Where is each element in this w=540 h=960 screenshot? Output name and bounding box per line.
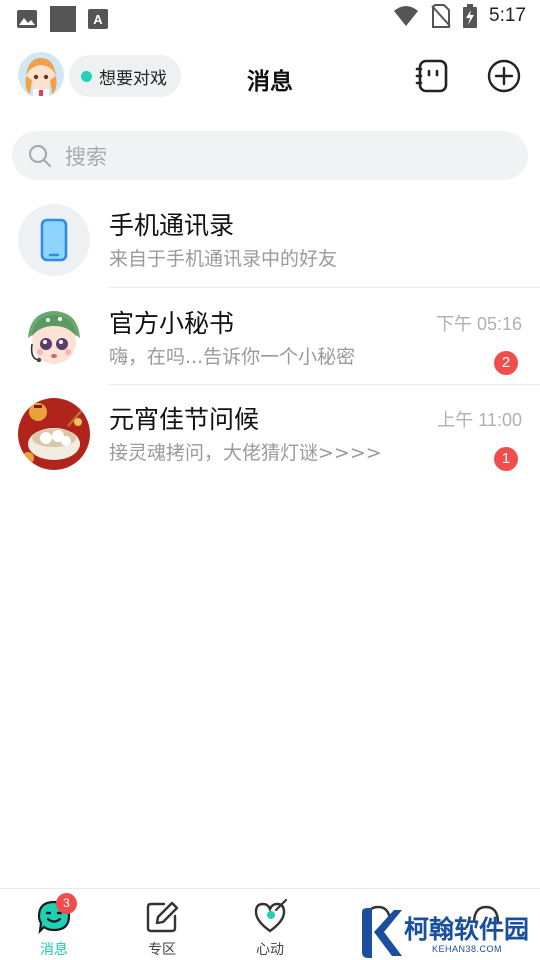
status-bar-right: 5:17 [393,4,526,28]
watermark-title: 柯翰软件园 [404,915,530,944]
list-item-official-secretary[interactable]: 官方小秘书 嗨，在吗...告诉你一个小秘密 下午 05:16 2 [0,288,540,384]
heart-icon [254,899,288,933]
contact-card-icon [415,59,448,93]
svg-text:A: A [93,12,103,27]
list-item-lantern-festival[interactable]: 元宵佳节问候 接灵魂拷问，大佬猜灯谜>>>> 上午 11:00 1 [0,384,540,480]
image-icon [17,10,37,28]
font-a-icon: A [88,9,108,29]
tab-heartbeat[interactable]: 心动 [216,889,324,960]
contacts-button[interactable] [415,58,451,94]
unread-badge: 2 [494,351,518,375]
tab-label: 专区 [148,942,176,958]
wifi-icon [394,6,419,26]
unread-badge: 1 [494,447,518,471]
sim-off-icon [431,4,451,28]
status-bar: A 5:17 [0,0,540,36]
conversation-time: 下午 05:16 [435,314,522,334]
phone-icon [40,218,68,262]
status-time: 5:17 [489,5,526,26]
square-icon [50,6,76,32]
tab-label: 心动 [256,942,284,958]
tab-messages[interactable]: 3 消息 [0,889,108,960]
add-circle-icon [487,59,521,93]
app-header: 想要对戏 消息 [0,44,540,108]
tab-unread-badge: 3 [56,893,77,914]
conversation-name: 官方小秘书 [109,309,235,338]
tab-zone[interactable]: 专区 [108,889,216,960]
conversation-preview: 嗨，在吗...告诉你一个小秘密 [109,346,356,368]
edit-icon [146,901,179,933]
conversation-time: 上午 11:00 [437,410,522,430]
conversation-name: 手机通讯录 [109,211,235,240]
list-item-phone-contacts[interactable]: 手机通讯录 来自于手机通讯录中的好友 [0,190,540,286]
battery-charging-icon [463,4,478,28]
secretary-avatar [18,302,90,374]
page-title: 消息 [247,69,293,95]
phone-contacts-avatar [18,204,90,276]
status-bar-left: A [16,6,108,32]
conversation-preview: 接灵魂拷问，大佬猜灯谜>>>> [109,442,382,464]
watermark-subtitle: KEHAN38.COM [432,944,503,954]
search-icon [28,144,52,167]
add-button[interactable] [486,58,522,94]
search-input[interactable]: 搜索 [12,131,528,180]
watermark: 柯翰软件园 KEHAN38.COM [360,904,530,960]
conversation-name: 元宵佳节问候 [109,405,260,434]
search-placeholder: 搜索 [65,144,107,169]
conversation-preview: 来自于手机通讯录中的好友 [109,248,338,270]
lantern-festival-avatar [18,398,90,470]
tab-label: 消息 [40,942,68,958]
k-logo-icon [362,908,402,958]
